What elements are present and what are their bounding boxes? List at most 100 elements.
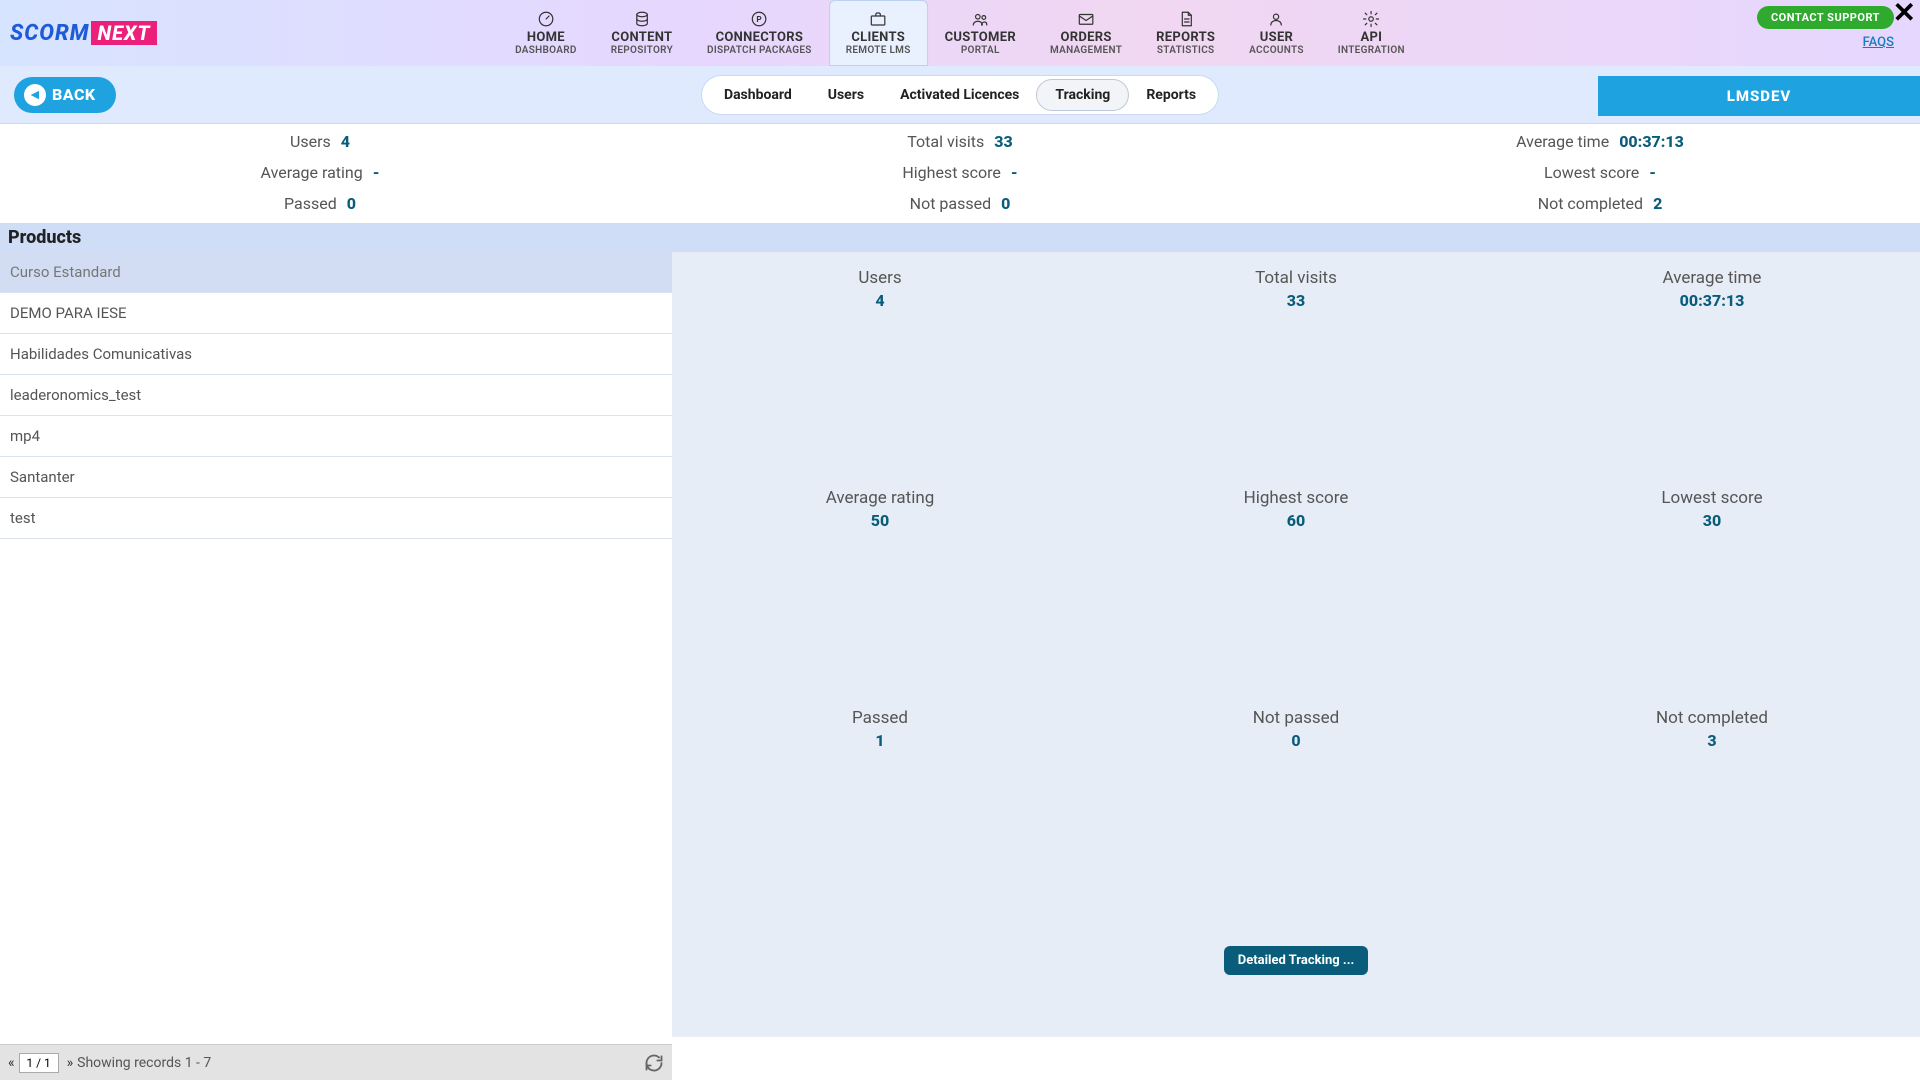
stat-label: Highest score bbox=[902, 163, 1001, 182]
nav-item-connectors[interactable]: P CONNECTORS DISPATCH PACKAGES bbox=[690, 0, 829, 66]
tab-tracking[interactable]: Tracking bbox=[1037, 80, 1128, 110]
product-list-item[interactable]: test bbox=[0, 498, 672, 539]
stat-label: Total visits bbox=[907, 132, 984, 151]
db-icon bbox=[633, 10, 651, 28]
tab-reports[interactable]: Reports bbox=[1128, 80, 1214, 110]
stat-value: 4 bbox=[341, 132, 350, 151]
pager-page-input[interactable] bbox=[19, 1053, 59, 1073]
tab-activated-licences[interactable]: Activated Licences bbox=[882, 80, 1037, 110]
detail-value: 60 bbox=[1287, 511, 1305, 530]
product-list-item[interactable]: Santanter bbox=[0, 457, 672, 498]
detail-stat: Highest score 60 bbox=[1088, 482, 1504, 702]
stat-label: Average rating bbox=[261, 163, 363, 182]
detail-value: 00:37:13 bbox=[1680, 291, 1745, 310]
nav-title: ORDERS bbox=[1060, 30, 1111, 45]
products-list: Curso EstandardDEMO PARA IESEHabilidades… bbox=[0, 252, 672, 1037]
detail-label: Not passed bbox=[1253, 708, 1340, 728]
nav-item-user[interactable]: USER ACCOUNTS bbox=[1232, 0, 1321, 66]
products-sidebar: Curso EstandardDEMO PARA IESEHabilidades… bbox=[0, 252, 672, 1037]
nav-subtitle: REPOSITORY bbox=[611, 45, 673, 56]
stat-label: Lowest score bbox=[1544, 163, 1639, 182]
logo-text-scorm: SCORM bbox=[10, 21, 89, 46]
summary-stat: Highest score- bbox=[902, 163, 1017, 182]
product-list-item[interactable]: leaderonomics_test bbox=[0, 375, 672, 416]
detail-stat: Lowest score 30 bbox=[1504, 482, 1920, 702]
summary-stat: Not passed0 bbox=[910, 194, 1011, 213]
summary-strip: Users 4 Average rating- Passed 0 Total visit… bbox=[0, 124, 1920, 223]
detailed-tracking-button[interactable]: Detailed Tracking ... bbox=[1224, 946, 1368, 975]
group-icon bbox=[971, 10, 989, 28]
stat-value: 2 bbox=[1653, 194, 1662, 213]
nav-item-customer[interactable]: CUSTOMER PORTAL bbox=[928, 0, 1033, 66]
nav-title: CLIENTS bbox=[851, 30, 905, 45]
gauge-icon bbox=[537, 10, 555, 28]
product-list-item[interactable]: DEMO PARA IESE bbox=[0, 293, 672, 334]
nav-title: API bbox=[1360, 30, 1382, 45]
user-icon bbox=[1267, 10, 1285, 28]
detail-label: Average time bbox=[1663, 268, 1762, 288]
tab-users[interactable]: Users bbox=[810, 80, 882, 110]
nav-subtitle: PORTAL bbox=[961, 45, 1000, 56]
stat-label: Average time bbox=[1516, 132, 1609, 151]
nav-item-content[interactable]: CONTENT REPOSITORY bbox=[594, 0, 690, 66]
pager-last-icon[interactable]: » bbox=[67, 1055, 70, 1071]
detail-value: 33 bbox=[1287, 291, 1305, 310]
detail-label: Not completed bbox=[1656, 708, 1768, 728]
product-list-item[interactable]: Habilidades Comunicativas bbox=[0, 334, 672, 375]
stat-label: Users bbox=[290, 132, 331, 151]
faqs-link[interactable]: FAQS bbox=[1863, 35, 1894, 50]
stat-value: 0 bbox=[347, 194, 356, 213]
back-arrow-icon: ◄ bbox=[24, 84, 46, 106]
gear-icon bbox=[1362, 10, 1380, 28]
mail-icon bbox=[1077, 10, 1095, 28]
detail-stat: Average time 00:37:13 bbox=[1504, 262, 1920, 482]
detail-label: Lowest score bbox=[1661, 488, 1762, 508]
detail-label: Total visits bbox=[1255, 268, 1337, 288]
refresh-icon[interactable] bbox=[644, 1053, 664, 1073]
top-right-controls: CONTACT SUPPORT FAQS bbox=[1757, 6, 1894, 50]
back-button[interactable]: ◄ BACK bbox=[14, 77, 116, 113]
doc-icon bbox=[1177, 10, 1195, 28]
nav-subtitle: DISPATCH PACKAGES bbox=[707, 45, 812, 56]
stat-label: Passed bbox=[284, 194, 337, 213]
detail-label: Highest score bbox=[1244, 488, 1349, 508]
nav-item-clients[interactable]: CLIENTS REMOTE LMS bbox=[829, 0, 928, 66]
nav-item-api[interactable]: API INTEGRATION bbox=[1321, 0, 1422, 66]
pager-first-icon[interactable]: « bbox=[8, 1055, 11, 1071]
detail-value: 30 bbox=[1703, 511, 1721, 530]
top-nav-bar: SCORM NEXT HOME DASHBOARD CONTENT REPOSI… bbox=[0, 0, 1920, 66]
nav-subtitle: REMOTE LMS bbox=[846, 45, 911, 56]
contact-support-button[interactable]: CONTACT SUPPORT bbox=[1757, 6, 1894, 29]
close-icon[interactable]: ✕ bbox=[1893, 0, 1916, 29]
logo-text-next: NEXT bbox=[91, 21, 156, 45]
nav-subtitle: INTEGRATION bbox=[1338, 45, 1405, 56]
stat-label: Not completed bbox=[1538, 194, 1643, 213]
nav-title: REPORTS bbox=[1156, 30, 1215, 45]
summary-stat: Lowest score- bbox=[1544, 163, 1656, 182]
stat-value: 33 bbox=[994, 132, 1012, 151]
summary-stat: Users 4 bbox=[290, 132, 350, 151]
nav-item-reports[interactable]: REPORTS STATISTICS bbox=[1139, 0, 1232, 66]
detail-stat: Not completed3 bbox=[1504, 702, 1920, 922]
nav-item-orders[interactable]: ORDERS MANAGEMENT bbox=[1033, 0, 1139, 66]
summary-stat: Not completed 2 bbox=[1538, 194, 1663, 213]
detail-stat: Not passed0 bbox=[1088, 702, 1504, 922]
detail-stat: Passed 1 bbox=[672, 702, 1088, 922]
detail-value: 1 bbox=[875, 731, 884, 750]
product-list-item[interactable]: mp4 bbox=[0, 416, 672, 457]
summary-stat: Average time 00:37:13 bbox=[1516, 132, 1684, 151]
nav-subtitle: DASHBOARD bbox=[515, 45, 577, 56]
summary-stat: Total visits 33 bbox=[907, 132, 1012, 151]
stat-value: 00:37:13 bbox=[1619, 132, 1684, 151]
stat-label: Not passed bbox=[910, 194, 991, 213]
detail-label: Users bbox=[858, 268, 901, 288]
product-list-item[interactable]: Curso Estandard bbox=[0, 252, 672, 293]
detail-label: Passed bbox=[852, 708, 908, 728]
nav-subtitle: STATISTICS bbox=[1157, 45, 1215, 56]
summary-stat: Average rating- bbox=[261, 163, 380, 182]
tab-dashboard[interactable]: Dashboard bbox=[706, 80, 810, 110]
nav-item-home[interactable]: HOME DASHBOARD bbox=[498, 0, 594, 66]
detail-value: 4 bbox=[875, 291, 884, 310]
back-label: BACK bbox=[52, 85, 96, 104]
product-detail-panel: Users 4 Total visits 33 Average time 00:37:13… bbox=[672, 252, 1920, 1037]
